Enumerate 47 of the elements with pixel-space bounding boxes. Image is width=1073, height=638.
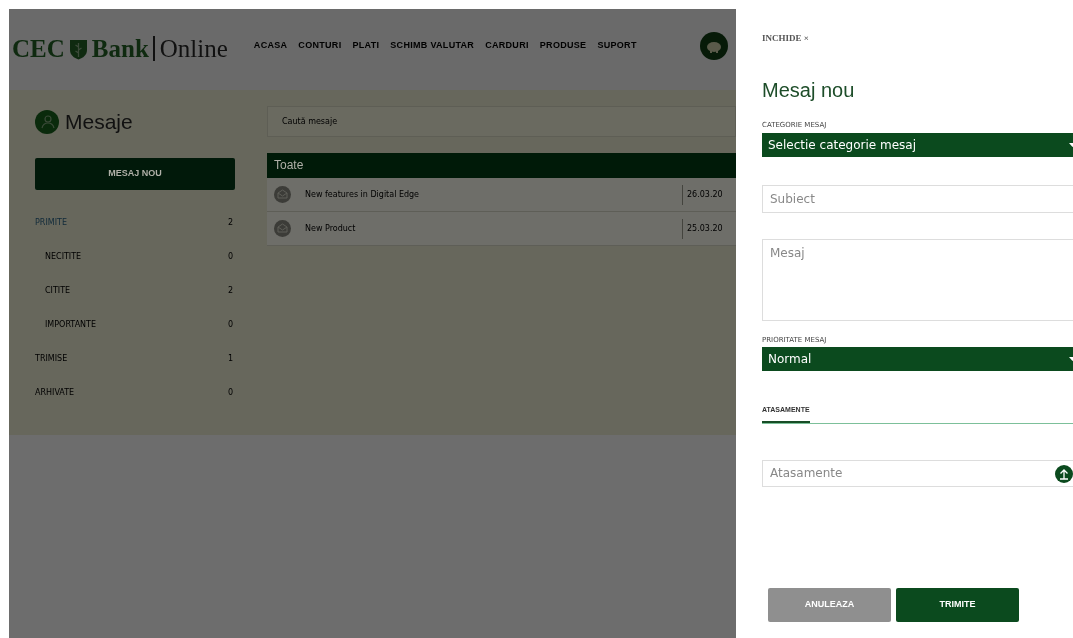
priority-select[interactable]: Normal (762, 347, 1073, 371)
drawer-title: Mesaj nou (762, 78, 856, 102)
select-value: Normal (768, 351, 812, 368)
folder-count: 0 (227, 318, 233, 331)
close-button[interactable]: INCHIDE × (762, 32, 809, 46)
folder-item[interactable]: ARHIVATE (35, 386, 75, 399)
search-field[interactable]: Caută mesaje (267, 106, 736, 137)
attachments-field[interactable]: Atasamente (762, 459, 1073, 487)
nav-link-item[interactable]: PLATI (352, 39, 380, 53)
nav-link-item[interactable]: PRODUSE (539, 39, 587, 53)
message-field[interactable]: Mesaj (762, 238, 1073, 321)
folder-item[interactable]: TRIMISE (35, 352, 68, 365)
folder-count: 1 (227, 352, 233, 365)
category-select[interactable]: Selectie categorie mesaj (762, 132, 1073, 157)
new-message-button[interactable]: MESAJ NOU (35, 157, 235, 190)
cancel-button[interactable]: ANULEAZA (768, 587, 891, 622)
message-subject[interactable]: New features in Digital Edge (305, 188, 682, 201)
nav-link-item[interactable]: ACASA (253, 39, 288, 53)
folder-item[interactable]: CITITE (45, 284, 71, 297)
folder-count: 2 (227, 284, 233, 297)
logo-text: CEC (12, 34, 65, 64)
message-date: 26.03.20 (682, 184, 736, 205)
nav-link-item[interactable]: CARDURI (485, 39, 529, 53)
folder-count: 2 (227, 216, 233, 229)
subject-field[interactable]: Subiect (762, 184, 1073, 213)
envelope-icon (274, 220, 291, 237)
send-button[interactable]: TRIMITE (896, 587, 1019, 622)
message-date: 25.03.20 (682, 218, 736, 239)
nav-link-item[interactable]: SCHIMB VALUTAR (390, 39, 475, 53)
logo-text: Online (152, 36, 228, 62)
nav-link-item[interactable]: CONTURI (298, 39, 342, 53)
logo-text: Bank (91, 34, 149, 64)
messages-icon (35, 109, 59, 134)
nav-link-item[interactable]: SUPORT (597, 39, 637, 53)
envelope-icon (274, 186, 291, 203)
folder-count: 0 (227, 250, 233, 263)
list-header: Toate (267, 153, 736, 178)
select-value: Selectie categorie mesaj (768, 136, 917, 154)
folder-item[interactable]: IMPORTANTE (45, 318, 97, 331)
folder-item[interactable]: NECITITE (45, 250, 82, 263)
folder-count: 0 (227, 386, 233, 399)
shield-icon (68, 37, 88, 60)
page-title: Mesaje (65, 109, 133, 135)
message-subject[interactable]: New Product (305, 222, 682, 235)
upload-icon[interactable] (1055, 464, 1073, 483)
folder-item[interactable]: PRIMITE (35, 216, 67, 229)
caret-icon (1069, 142, 1073, 147)
